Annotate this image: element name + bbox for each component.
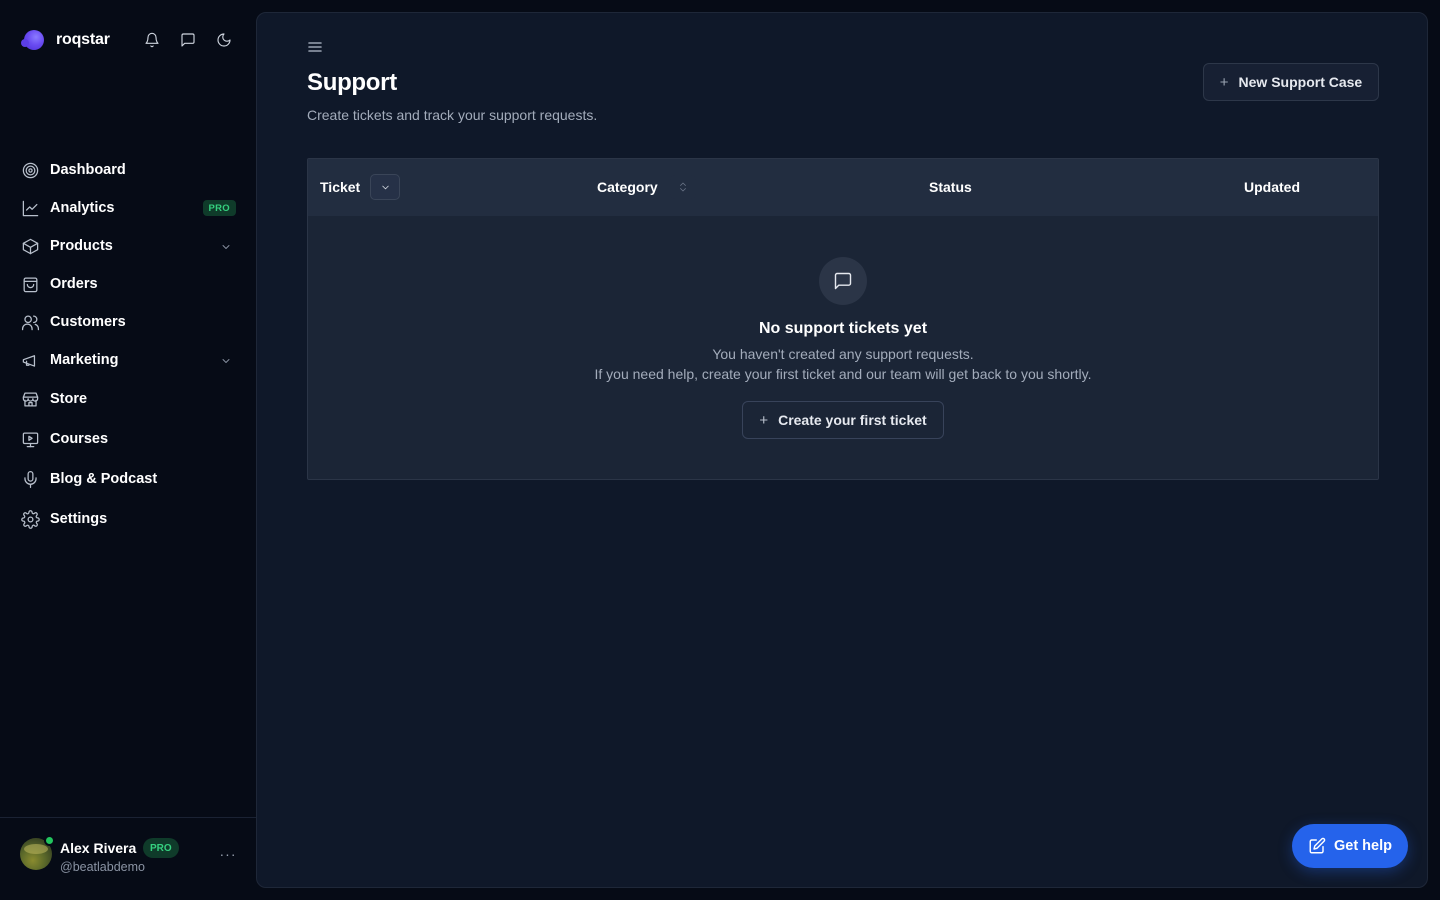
new-support-case-button[interactable]: + New Support Case xyxy=(1203,63,1379,101)
users-icon xyxy=(20,312,40,332)
megaphone-icon xyxy=(20,350,40,370)
get-help-label: Get help xyxy=(1333,838,1392,854)
chevron-down-icon[interactable] xyxy=(220,354,232,366)
sidebar-item-label: Customers xyxy=(50,314,126,330)
moon-icon[interactable] xyxy=(214,28,234,52)
sidebar-item-courses[interactable]: Courses xyxy=(12,420,244,458)
sidebar-item-store[interactable]: Store xyxy=(12,380,244,418)
get-help-button[interactable]: Get help xyxy=(1292,824,1408,868)
microphone-icon xyxy=(20,469,40,489)
user-name: Alex Rivera xyxy=(60,840,137,856)
sidebar-item-orders[interactable]: Orders xyxy=(12,266,244,302)
empty-state-text: If you need help, create your first tick… xyxy=(594,366,1092,382)
sort-icon[interactable] xyxy=(670,175,696,199)
brand: roqstar xyxy=(21,28,240,52)
pro-badge: PRO xyxy=(202,200,236,216)
menu-toggle-icon[interactable] xyxy=(307,39,323,55)
message-square-icon xyxy=(819,257,867,305)
sidebar-item-label: Orders xyxy=(50,276,98,292)
column-header-ticket[interactable]: Ticket xyxy=(320,179,360,195)
create-first-ticket-button[interactable]: + Create your first ticket xyxy=(742,401,944,439)
bell-icon[interactable] xyxy=(142,28,162,52)
user-profile[interactable]: Alex Rivera PRO @beatlabdemo ··· xyxy=(0,817,256,900)
page-subtitle: Create tickets and track your support re… xyxy=(307,107,598,123)
gear-icon xyxy=(20,509,40,529)
empty-state-title: No support tickets yet xyxy=(758,320,928,337)
brand-name[interactable]: roqstar xyxy=(56,31,110,49)
sidebar: roqstar Dashboard Analytics PRO Products… xyxy=(0,0,256,900)
sidebar-item-label: Blog & Podcast xyxy=(50,471,158,487)
sidebar-item-label: Marketing xyxy=(50,352,119,368)
sidebar-item-label: Dashboard xyxy=(50,162,126,178)
sidebar-item-dashboard[interactable]: Dashboard xyxy=(12,152,244,188)
main-panel: Support Create tickets and track your su… xyxy=(256,12,1428,888)
plus-icon: + xyxy=(759,411,769,429)
new-support-case-label: New Support Case xyxy=(1238,74,1363,90)
sidebar-item-label: Analytics xyxy=(50,200,115,216)
plus-icon: + xyxy=(1219,73,1229,91)
message-square-icon[interactable] xyxy=(178,28,198,52)
presentation-icon xyxy=(20,429,40,449)
sidebar-item-analytics[interactable]: Analytics PRO xyxy=(12,190,244,226)
online-status-indicator xyxy=(44,835,55,846)
column-header-updated[interactable]: Updated xyxy=(1244,179,1300,195)
sidebar-item-label: Products xyxy=(50,238,113,254)
create-first-ticket-label: Create your first ticket xyxy=(778,412,927,428)
chevron-down-icon[interactable] xyxy=(220,240,232,252)
store-icon xyxy=(20,389,40,409)
more-options-icon[interactable]: ··· xyxy=(218,846,238,862)
box-icon xyxy=(20,236,40,256)
sidebar-item-settings[interactable]: Settings xyxy=(12,500,244,538)
sidebar-item-marketing[interactable]: Marketing xyxy=(12,342,244,378)
page-title: Support xyxy=(307,69,397,96)
sidebar-item-blog-podcast[interactable]: Blog & Podcast xyxy=(12,460,244,498)
table-header: Ticket Category Status Updated xyxy=(308,159,1378,217)
sidebar-nav: Dashboard Analytics PRO Products Orders xyxy=(12,152,244,540)
sidebar-item-label: Store xyxy=(50,391,88,407)
column-header-status[interactable]: Status xyxy=(929,179,972,195)
external-edit-icon xyxy=(1309,837,1326,854)
sidebar-item-label: Settings xyxy=(50,511,108,527)
chevron-down-icon[interactable] xyxy=(370,174,400,200)
sidebar-item-label: Courses xyxy=(50,431,109,447)
sidebar-item-customers[interactable]: Customers xyxy=(12,304,244,340)
user-handle: @beatlabdemo xyxy=(60,860,145,874)
target-icon xyxy=(20,160,40,180)
shopping-bag-icon xyxy=(20,274,40,294)
sidebar-item-products[interactable]: Products xyxy=(12,228,244,264)
tickets-table: Ticket Category Status Updated No suppor… xyxy=(307,158,1379,480)
top-icons xyxy=(142,28,234,52)
line-chart-icon xyxy=(20,198,40,218)
pro-badge: PRO xyxy=(143,838,179,858)
roqstar-logo-icon[interactable] xyxy=(21,30,44,50)
empty-state-text: You haven't created any support requests… xyxy=(712,346,974,362)
column-header-category[interactable]: Category xyxy=(597,179,658,195)
